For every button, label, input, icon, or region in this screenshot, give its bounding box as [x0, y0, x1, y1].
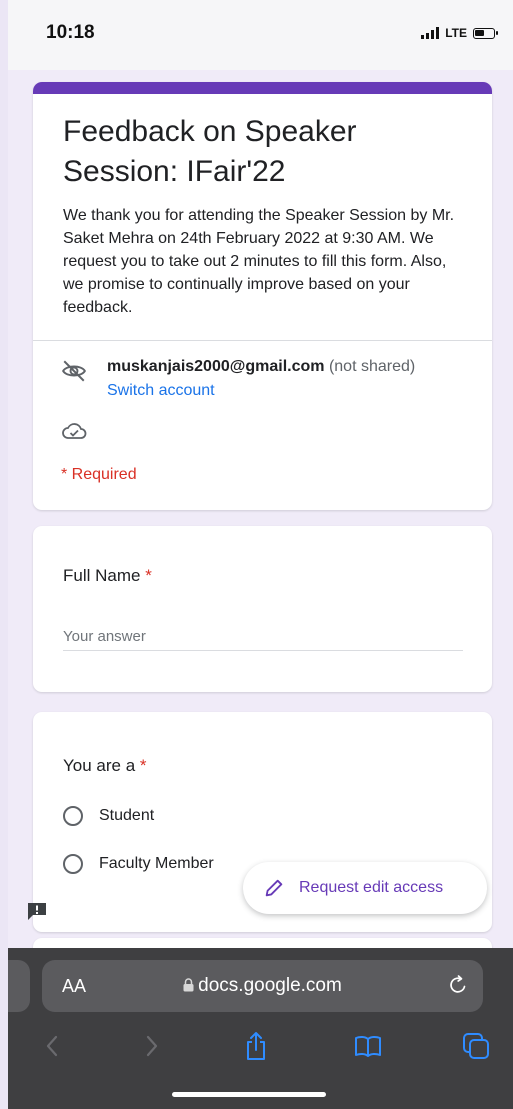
share-button[interactable]: [236, 1026, 276, 1066]
request-edit-access-label: Request edit access: [299, 879, 444, 896]
radio-option-student[interactable]: Student: [63, 806, 154, 826]
url-display: docs.google.com: [42, 975, 483, 997]
bookmarks-button[interactable]: [348, 1026, 388, 1066]
form-description: We thank you for attending the Speaker S…: [63, 207, 455, 316]
address-bar[interactable]: AA docs.google.com: [42, 960, 483, 1012]
home-indicator: [172, 1092, 326, 1097]
share-icon: [247, 1032, 265, 1060]
header-divider: [33, 340, 492, 341]
tabs-button[interactable]: [456, 1026, 496, 1066]
question-label-role: You are a *: [63, 756, 147, 776]
tabs-icon: [463, 1033, 489, 1059]
question-label-full-name: Full Name *: [63, 566, 152, 586]
required-star: *: [145, 566, 152, 585]
battery-icon: [473, 27, 498, 39]
bookmarks-icon: [355, 1035, 381, 1057]
network-label: LTE: [445, 26, 467, 40]
request-edit-access-button[interactable]: Request edit access: [243, 862, 487, 914]
radio-button[interactable]: [63, 806, 83, 826]
account-note: (not shared): [328, 358, 416, 375]
signal-icon: [421, 27, 440, 39]
option-label: Faculty Member: [99, 855, 214, 872]
browser-chrome: AA docs.google.com: [8, 948, 513, 1109]
previous-tab-peek[interactable]: [8, 960, 30, 1012]
form-title: Feedback on Speaker Session: IFair'22: [63, 115, 357, 188]
browser-toolbar: [8, 1026, 513, 1076]
radio-option-faculty[interactable]: Faculty Member: [63, 854, 214, 874]
phone-screen: 10:18 LTE Feedback on Speaker Session: I…: [8, 0, 513, 1109]
status-time: 10:18: [46, 22, 95, 43]
status-indicators: LTE: [421, 26, 498, 40]
status-bar: 10:18 LTE: [8, 0, 513, 70]
question-card-full-name: Full Name *: [33, 526, 492, 692]
full-name-input[interactable]: [63, 622, 463, 651]
question-title: Full Name: [63, 566, 141, 585]
account-email: muskanjais2000@gmail.com: [107, 358, 325, 375]
switch-account-link[interactable]: Switch account: [107, 382, 215, 400]
forward-button[interactable]: [132, 1026, 172, 1066]
back-button[interactable]: [32, 1026, 72, 1066]
option-label: Student: [99, 807, 155, 824]
pencil-icon: [265, 879, 283, 897]
report-problem-icon[interactable]: [26, 901, 48, 921]
lock-icon: [183, 978, 194, 992]
question-title: You are a: [63, 756, 136, 775]
radio-button[interactable]: [63, 854, 83, 874]
required-note: * Required: [61, 466, 137, 483]
account-info: muskanjais2000@gmail.com (not shared): [107, 356, 415, 378]
required-star: *: [139, 756, 147, 775]
form-header-card: Feedback on Speaker Session: IFair'22 We…: [33, 82, 492, 510]
reload-icon[interactable]: [447, 974, 469, 996]
back-icon: [46, 1035, 58, 1057]
form-accent-bar: [33, 82, 492, 94]
url-text: docs.google.com: [198, 975, 342, 996]
visibility-off-icon: [62, 360, 86, 382]
cloud-done-icon: [62, 423, 87, 439]
forward-icon: [146, 1035, 158, 1057]
